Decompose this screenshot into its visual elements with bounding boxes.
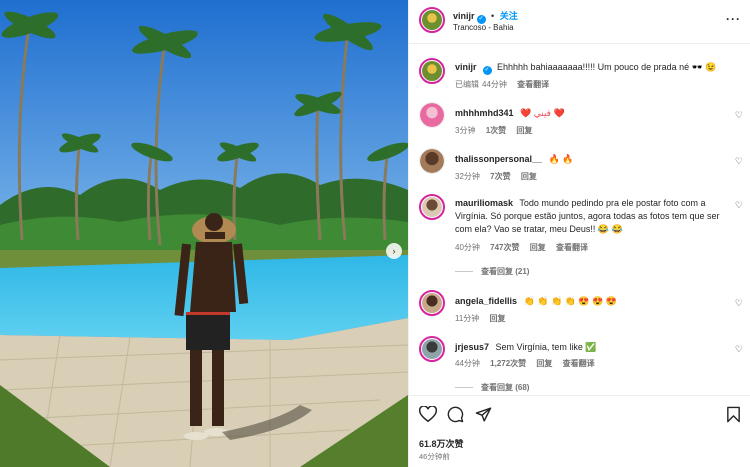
commenter-avatar[interactable]	[419, 290, 445, 316]
comment: mauriliomask Todo mundo pedindo pra ele …	[409, 194, 750, 280]
see-translation-button[interactable]: 查看翻译	[556, 243, 588, 252]
view-replies-button[interactable]: 查看回复 (21)	[455, 266, 529, 277]
reply-button[interactable]: 回复	[521, 172, 537, 181]
instagram-post: › vinijr ✓ • 关注 Trancoso - Bahia ··· vini…	[0, 0, 750, 467]
caption-username[interactable]: vinijr	[455, 62, 477, 72]
comment-like-heart-icon[interactable]: ♡	[735, 156, 743, 167]
comment-meta: 44分钟 1,272次赞 回复 查看翻译	[455, 358, 603, 369]
commenter-username[interactable]: jrjesus7	[455, 342, 489, 352]
reply-button[interactable]: 回复	[536, 359, 552, 368]
commenter-username[interactable]: mauriliomask	[455, 198, 513, 208]
caption-text-line: vinijr ✓ Ehhhhh bahiaaaaaaa!!!!! Um pouco…	[455, 61, 725, 75]
comment-text: 🔥 🔥	[548, 154, 574, 164]
see-translation-button[interactable]: 查看翻译	[563, 359, 595, 368]
view-replies-label[interactable]: 查看回复 (68)	[481, 383, 529, 392]
comment-text-line: mauriliomask Todo mundo pedindo pra ele …	[455, 197, 725, 236]
post-time-ago[interactable]: 46分钟前	[419, 451, 450, 462]
comment-time[interactable]: 32分钟	[455, 172, 480, 181]
comment: mhhhmhd341 ❤️ فيني ❤️ 3分钟 1次赞 回复 ♡	[409, 102, 750, 138]
comment-text-line: jrjesus7 Sem Virgínia, tem like ✅	[455, 341, 725, 354]
caption-avatar[interactable]	[419, 58, 445, 84]
comment-likes[interactable]: 1,272次赞	[490, 359, 526, 368]
reply-button[interactable]: 回复	[490, 314, 506, 323]
comment: jrjesus7 Sem Virgínia, tem like ✅ 44分钟 1…	[409, 336, 750, 394]
comment-text: Sem Virgínia, tem like ✅	[495, 342, 597, 352]
commenter-username[interactable]: mhhhmhd341	[455, 108, 514, 118]
share-paper-plane-icon[interactable]	[475, 406, 492, 423]
comment-time[interactable]: 3分钟	[455, 126, 475, 135]
author-username[interactable]: vinijr	[453, 11, 475, 21]
comment-like-heart-icon[interactable]: ♡	[735, 298, 743, 309]
post-header: vinijr ✓ • 关注 Trancoso - Bahia ···	[409, 0, 750, 44]
like-count[interactable]: 61.8万次赞	[419, 437, 464, 450]
author-avatar[interactable]	[419, 7, 445, 33]
more-options-icon[interactable]: ···	[726, 12, 741, 26]
comment-meta: 40分钟 747次赞 回复 查看翻译	[455, 242, 596, 253]
comment-meta: 3分钟 1次赞 回复	[455, 125, 540, 136]
comment-text-line: angela_fidellis 👏 👏 👏 👏 😍 😍 😍	[455, 295, 725, 308]
separator-dot: •	[491, 11, 495, 21]
edited-label: 已编辑	[455, 80, 479, 89]
replies-divider	[455, 271, 473, 273]
comment-likes[interactable]: 1次赞	[486, 126, 506, 135]
comment-time[interactable]: 40分钟	[455, 243, 480, 252]
comment-like-heart-icon[interactable]: ♡	[735, 344, 743, 355]
beach-scene-image	[0, 0, 408, 467]
post-action-bar: 61.8万次赞 46分钟前	[409, 395, 750, 467]
comment: thalissonpersonal__ 🔥 🔥 32分钟 7次赞 回复 ♡	[409, 148, 750, 184]
comment: angela_fidellis 👏 👏 👏 👏 😍 😍 😍 11分钟 回复 ♡	[409, 290, 750, 326]
comment-likes[interactable]: 7次赞	[490, 172, 510, 181]
post-sidebar: vinijr ✓ • 关注 Trancoso - Bahia ··· vinijr…	[408, 0, 750, 467]
comment-like-heart-icon[interactable]: ♡	[735, 110, 743, 121]
commenter-username[interactable]: thalissonpersonal__	[455, 154, 542, 164]
comment-like-heart-icon[interactable]: ♡	[735, 200, 743, 211]
post-location[interactable]: Trancoso - Bahia	[453, 23, 514, 32]
follow-button[interactable]: 关注	[500, 11, 518, 21]
caption-text: Ehhhhh bahiaaaaaaa!!!!! Um pouco de prad…	[497, 62, 717, 72]
comment-text: 👏 👏 👏 👏 😍 😍 😍	[523, 296, 617, 306]
comment-time[interactable]: 11分钟	[455, 314, 479, 323]
save-bookmark-icon[interactable]	[726, 406, 741, 423]
commenter-avatar[interactable]	[419, 336, 445, 362]
commenter-avatar[interactable]	[419, 102, 445, 128]
view-replies-button[interactable]: 查看回复 (68)	[455, 382, 529, 393]
comment-meta: 32分钟 7次赞 回复	[455, 171, 545, 182]
caption-meta: 已编辑 44分钟 查看翻译	[455, 79, 557, 90]
comment-text-line: mhhhmhd341 ❤️ فيني ❤️	[455, 107, 725, 120]
comment-text-line: thalissonpersonal__ 🔥 🔥	[455, 153, 725, 166]
comment-bubble-icon[interactable]	[447, 406, 464, 423]
comment-text: ❤️ فيني ❤️	[520, 108, 565, 118]
verified-badge-icon: ✓	[482, 66, 492, 75]
commenter-avatar[interactable]	[419, 194, 445, 220]
replies-divider	[455, 387, 473, 389]
post-caption: vinijr ✓ Ehhhhh bahiaaaaaaa!!!!! Um pouco…	[409, 56, 750, 96]
reply-button[interactable]: 回复	[516, 126, 532, 135]
caption-time[interactable]: 44分钟	[482, 80, 507, 89]
reply-button[interactable]: 回复	[530, 243, 546, 252]
comment-meta: 11分钟 回复	[455, 313, 514, 324]
comment-time[interactable]: 44分钟	[455, 359, 480, 368]
comment-likes[interactable]: 747次赞	[490, 243, 519, 252]
commenter-avatar[interactable]	[419, 148, 445, 174]
see-translation-button[interactable]: 查看翻译	[517, 80, 549, 89]
post-photo[interactable]: ›	[0, 0, 408, 467]
like-heart-icon[interactable]	[419, 406, 437, 423]
view-replies-label[interactable]: 查看回复 (21)	[481, 267, 529, 276]
next-image-button[interactable]: ›	[386, 243, 402, 259]
commenter-username[interactable]: angela_fidellis	[455, 296, 517, 306]
